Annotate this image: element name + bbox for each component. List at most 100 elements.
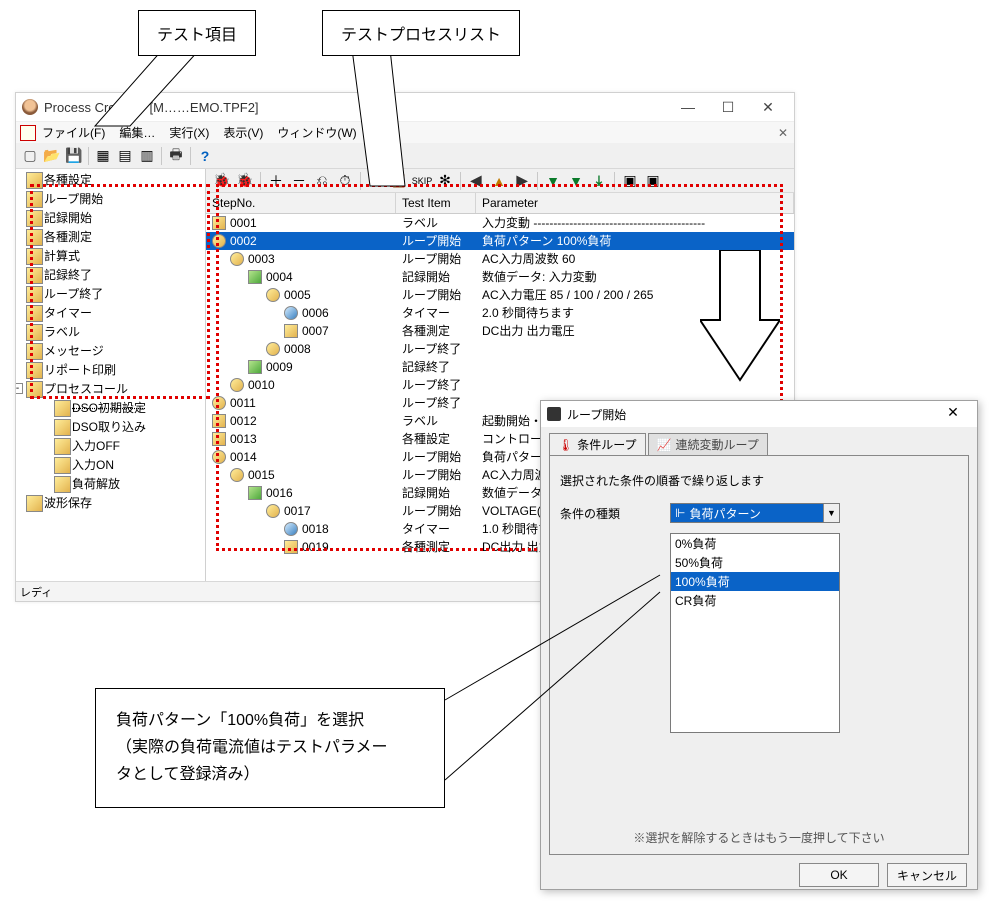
menu-window[interactable]: ウィンドウ(W) (277, 124, 356, 141)
tree-item[interactable]: ラベル (16, 323, 205, 342)
tree-item[interactable]: タイマー (16, 304, 205, 323)
tool-icon[interactable]: ▥ (137, 146, 157, 166)
step-item: タイマー (396, 304, 476, 322)
label-kind: 条件の種類 (560, 505, 650, 522)
dialog-close-button[interactable]: ✕ (935, 404, 971, 424)
step-item: ラベル (396, 214, 476, 232)
tab-continuous-loop[interactable]: 📈 連続変動ループ (648, 433, 768, 455)
tree-item[interactable]: ループ開始 (16, 190, 205, 209)
step-item: ループ終了 (396, 394, 476, 412)
mdi-close-icon[interactable]: ✕ (772, 126, 794, 140)
titlebar: Process Creator - [M……EMO.TPF2] — ☐ ✕ (16, 93, 794, 121)
tree-label: 波形保存 (44, 495, 92, 512)
step-item: ループ開始 (396, 502, 476, 520)
dropdown-kind[interactable]: ⊩ 負荷パターン ▼ (670, 503, 840, 523)
new-icon[interactable]: ▢ (20, 146, 40, 166)
dialog-body: 選択された条件の順番で繰り返します 条件の種類 ⊩ 負荷パターン ▼ 0%負荷5… (549, 455, 969, 855)
skip-icon[interactable]: SKIP (412, 171, 432, 191)
listbox-option[interactable]: 0%負荷 (671, 534, 839, 553)
tree-item[interactable]: 各種測定 (16, 228, 205, 247)
tree-item[interactable]: リポート印刷 (16, 361, 205, 380)
col-param[interactable]: Parameter (476, 193, 794, 213)
tree-item[interactable]: 入力ON (16, 456, 205, 475)
menu-file[interactable]: ファイル(F) (42, 124, 105, 141)
tool-icon[interactable]: ▤ (115, 146, 135, 166)
tree-item[interactable]: 各種設定 (16, 171, 205, 190)
open-icon[interactable]: 📂 (42, 146, 62, 166)
down-icon[interactable]: ▼ (566, 171, 586, 191)
tree-item[interactable]: 負荷解放 (16, 475, 205, 494)
tree-item[interactable]: 計算式 (16, 247, 205, 266)
expand-toggle[interactable]: - (16, 383, 23, 394)
step-param: 負荷パターン 100%負荷 (476, 232, 794, 250)
down-icon[interactable]: ⤓ (589, 171, 609, 191)
thermometer-icon: 🌡 (558, 438, 573, 452)
tool-icon[interactable]: ⎌ (312, 171, 332, 191)
print-icon[interactable]: 🖶 (166, 146, 186, 166)
tree-label: 入力ON (72, 457, 114, 474)
tree-item[interactable]: ループ終了 (16, 285, 205, 304)
listbox-option[interactable]: 50%負荷 (671, 553, 839, 572)
step-icon (266, 288, 280, 302)
tree-item[interactable]: 記録終了 (16, 266, 205, 285)
step-header: StepNo. Test Item Parameter (206, 193, 794, 214)
minimize-button[interactable]: — (668, 95, 708, 119)
options-listbox[interactable]: 0%負荷50%負荷100%負荷CR負荷 (670, 533, 840, 733)
tool-icon[interactable]: ▦ (93, 146, 113, 166)
right-icon[interactable]: ▶ (512, 171, 532, 191)
callout-text: テスト項目 (157, 27, 237, 44)
tree-item[interactable]: -プロセスコール (16, 380, 205, 399)
steplist-toolbar: 🐞 🐞 ＋ － ⎌ ⏱ ⎘ 📋 SKIP ✻ ◀ ▲ ▶ ▼ ▼ ⤓ (206, 169, 794, 193)
param-icon: ⊩ (675, 506, 685, 520)
tree-item[interactable]: メッセージ (16, 342, 205, 361)
separator (460, 172, 461, 190)
tree-item[interactable]: DSO取り込み (16, 418, 205, 437)
help-icon[interactable]: ? (195, 146, 215, 166)
tool-icon[interactable]: ▣ (620, 171, 640, 191)
tree-item[interactable]: DSO初期設定 (16, 399, 205, 418)
callout-test-items: テスト項目 (138, 10, 256, 56)
tree-panel[interactable]: 各種設定ループ開始記録開始各種測定計算式記録終了ループ終了タイマーラベルメッセー… (16, 169, 206, 581)
tree-label: 計算式 (44, 248, 80, 265)
up-icon[interactable]: ▲ (489, 171, 509, 191)
step-row[interactable]: 0001ラベル入力変動 ----------------------------… (206, 214, 794, 232)
tool-icon[interactable]: 🐞 (212, 171, 232, 191)
save-icon[interactable]: 💾 (64, 146, 84, 166)
maximize-button[interactable]: ☐ (708, 95, 748, 119)
col-item[interactable]: Test Item (396, 193, 476, 213)
tab-label: 条件ループ (577, 436, 636, 453)
callout-text: テストプロセスリスト (341, 27, 501, 44)
menu-help[interactable]: (H) (371, 126, 388, 140)
col-stepno[interactable]: StepNo. (206, 193, 396, 213)
step-no: 0004 (266, 268, 293, 286)
tool-icon[interactable]: ✻ (435, 171, 455, 191)
tool-icon[interactable]: ▣ (643, 171, 663, 191)
tab-condition-loop[interactable]: 🌡 条件ループ (549, 433, 646, 455)
timer-icon[interactable]: ⏱ (335, 171, 355, 191)
ok-button[interactable]: OK (799, 863, 879, 887)
menu-edit[interactable]: 編集… (119, 124, 155, 141)
loop-dialog: ループ開始 ✕ 🌡 条件ループ 📈 連続変動ループ 選択された条件の順番で繰り返… (540, 400, 978, 890)
paste-icon[interactable]: 📋 (389, 171, 409, 191)
step-no: 0011 (230, 394, 256, 412)
tree-item[interactable]: 波形保存 (16, 494, 205, 513)
tool-icon[interactable]: 🐞 (235, 171, 255, 191)
close-button[interactable]: ✕ (748, 95, 788, 119)
menu-view[interactable]: 表示(V) (223, 124, 263, 141)
left-icon[interactable]: ◀ (466, 171, 486, 191)
app-icon (22, 99, 38, 115)
copy-icon[interactable]: ⎘ (366, 171, 386, 191)
tree-item[interactable]: 記録開始 (16, 209, 205, 228)
menu-run[interactable]: 実行(X) (169, 124, 209, 141)
listbox-option[interactable]: CR負荷 (671, 591, 839, 610)
listbox-option[interactable]: 100%負荷 (671, 572, 839, 591)
chevron-down-icon[interactable]: ▼ (823, 504, 839, 522)
tree-label: 記録終了 (44, 267, 92, 284)
remove-icon[interactable]: － (289, 171, 309, 191)
step-row[interactable]: 0002ループ開始負荷パターン 100%負荷 (206, 232, 794, 250)
tab-label: 連続変動ループ (675, 436, 758, 453)
down-icon[interactable]: ▼ (543, 171, 563, 191)
cancel-button[interactable]: キャンセル (887, 863, 967, 887)
tree-item[interactable]: 入力OFF (16, 437, 205, 456)
add-icon[interactable]: ＋ (266, 171, 286, 191)
